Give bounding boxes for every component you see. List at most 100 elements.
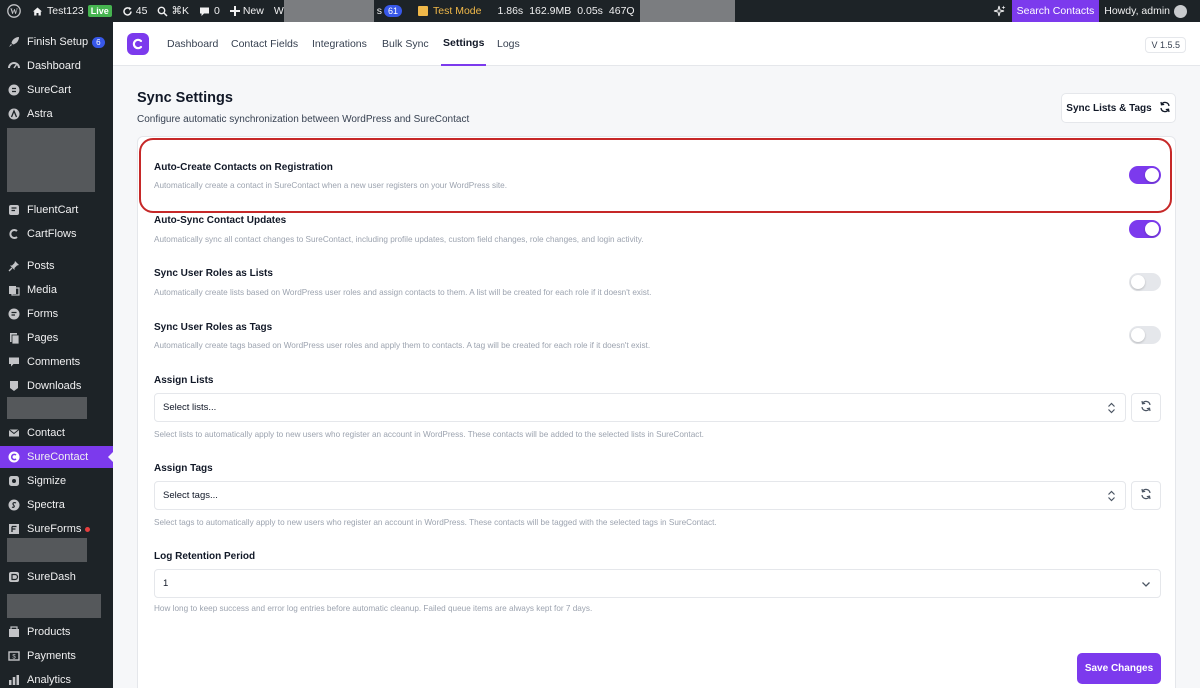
perf-queries: 467Q	[608, 5, 635, 17]
admin-bar: W Test123 Live 45 ⌘K 0 New W s 61 Test M…	[0, 0, 1200, 22]
auto-sync-title: Auto-Sync Contact Updates	[154, 215, 287, 226]
site-name-menu[interactable]: Test123 Live	[27, 0, 117, 22]
sidebar-item-contact[interactable]: Contact	[0, 422, 113, 444]
products-icon	[7, 626, 20, 639]
home-icon	[32, 6, 43, 17]
sidebar-item-label: Forms	[27, 308, 59, 320]
search-contacts-button[interactable]: Search Contacts	[1011, 0, 1100, 22]
notifications-menu[interactable]: s 61	[374, 0, 407, 22]
auto-sync-toggle[interactable]	[1129, 220, 1161, 238]
cartflows-icon	[7, 228, 20, 241]
media-icon	[7, 284, 20, 297]
sidebar-item-comments[interactable]: Comments	[0, 351, 113, 373]
roles-tags-toggle[interactable]	[1129, 326, 1161, 344]
sidebar-item-label: Pages	[27, 332, 59, 344]
updates-menu[interactable]: 45	[117, 0, 153, 22]
sidebar-item-posts[interactable]: Posts	[0, 255, 113, 277]
sidebar-item-downloads[interactable]: Downloads	[0, 375, 113, 397]
sidebar-item-products[interactable]: Products	[0, 621, 113, 643]
sidebar-item-finish-setup[interactable]: Finish Setup 6	[0, 31, 113, 53]
sidebar-item-surecontact[interactable]: SureContact	[0, 446, 113, 468]
howdy-label: Howdy, admin	[1104, 5, 1170, 17]
sidebar-item-label: Astra	[27, 108, 53, 120]
notification-dot	[85, 526, 91, 532]
sidebar-item-media[interactable]: Media	[0, 279, 113, 301]
tab-integrations[interactable]: Integrations	[312, 22, 367, 66]
sidebar-item-label: Products	[27, 626, 71, 638]
sidebar-item-pages[interactable]: Pages	[0, 327, 113, 349]
assign-lists-select[interactable]: Select lists...	[154, 393, 1126, 422]
sidebar-item-spectra[interactable]: Spectra	[0, 494, 113, 516]
sidebar-item-surecart[interactable]: SureCart	[0, 79, 113, 101]
assign-lists-placeholder: Select lists...	[163, 402, 217, 413]
tab-bulk-sync[interactable]: Bulk Sync	[382, 22, 429, 66]
sidebar-item-label: SureCart	[27, 84, 72, 96]
sidebar-item-label: SureContact	[27, 451, 89, 463]
sidebar-item-payments[interactable]: $ Payments	[0, 645, 113, 667]
toggle-knob	[1145, 222, 1159, 236]
svg-text:W: W	[10, 7, 18, 16]
redacted-area	[7, 397, 87, 419]
perf-query-time: 0.05s	[577, 5, 603, 17]
sidebar-item-fluentcart[interactable]: FluentCart	[0, 199, 113, 221]
pages-icon	[7, 332, 20, 345]
sidebar-item-label: Dashboard	[27, 60, 81, 72]
sidebar-item-astra[interactable]: Astra	[0, 103, 113, 125]
tab-dashboard[interactable]: Dashboard	[167, 22, 218, 66]
assign-tags-select[interactable]: Select tags...	[154, 481, 1126, 510]
command-palette[interactable]: ⌘K	[152, 0, 194, 22]
tab-contact-fields[interactable]: Contact Fields	[231, 22, 298, 66]
log-retention-select[interactable]: 1	[154, 569, 1161, 598]
perf-memory: 162.9MB	[529, 5, 572, 17]
wordpress-logo-icon[interactable]: W	[0, 0, 27, 22]
redacted-area	[7, 538, 87, 562]
partial-menu-w[interactable]: W	[269, 0, 284, 22]
query-monitor-menu[interactable]: 1.86s 162.9MB 0.05s 467Q	[493, 0, 640, 22]
tab-settings[interactable]: Settings	[441, 22, 487, 66]
sidebar-item-label: Finish Setup	[27, 36, 89, 48]
chevron-up-down-icon	[1107, 402, 1116, 417]
sidebar-item-label: Comments	[27, 356, 81, 368]
my-account-menu[interactable]: Howdy, admin	[1099, 0, 1200, 22]
refresh-icon	[1140, 399, 1152, 417]
plus-icon	[229, 6, 240, 16]
test-mode-indicator[interactable]: Test Mode	[413, 0, 486, 22]
sidebar-item-cartflows[interactable]: CartFlows	[0, 223, 113, 245]
surecontact-logo-icon[interactable]	[127, 33, 149, 55]
ai-sparkle-icon[interactable]	[987, 0, 1012, 22]
pin-icon	[7, 260, 20, 273]
new-label: New	[242, 5, 264, 17]
roles-tags-desc: Automatically create tags based on WordP…	[154, 341, 651, 350]
sidebar-item-label: Media	[27, 284, 57, 296]
sidebar-item-sureforms[interactable]: SureForms	[0, 518, 113, 540]
save-changes-button[interactable]: Save Changes	[1077, 653, 1161, 684]
avatar	[1174, 4, 1187, 18]
roles-lists-desc: Automatically create lists based on Word…	[154, 288, 652, 297]
sidebar-item-label: Posts	[27, 260, 55, 272]
comment-icon	[199, 6, 210, 17]
roles-lists-toggle[interactable]	[1129, 273, 1161, 291]
sidebar-item-label: FluentCart	[27, 204, 79, 216]
comments-menu[interactable]: 0	[194, 0, 225, 22]
sidebar-item-suredash[interactable]: SureDash	[0, 566, 113, 588]
chevron-down-icon	[1141, 579, 1151, 592]
refresh-tags-button[interactable]	[1131, 481, 1161, 510]
refresh-lists-button[interactable]	[1131, 393, 1161, 422]
admin-sidebar: Finish Setup 6 Dashboard SureCart Astra …	[0, 22, 113, 688]
analytics-icon	[7, 674, 20, 687]
mail-icon	[7, 427, 20, 440]
sidebar-item-analytics[interactable]: Analytics	[0, 669, 113, 688]
assign-tags-label: Assign Tags	[154, 463, 213, 474]
site-name: Test123	[47, 5, 84, 17]
sidebar-item-dashboard[interactable]: Dashboard	[0, 55, 113, 77]
tab-logs[interactable]: Logs	[497, 22, 520, 66]
new-content-menu[interactable]: New	[225, 0, 269, 22]
sidebar-item-forms[interactable]: Forms	[0, 303, 113, 325]
sureforms-icon	[7, 523, 20, 536]
sidebar-item-label: Downloads	[27, 380, 82, 392]
sidebar-item-sigmize[interactable]: Sigmize	[0, 470, 113, 492]
assign-lists-label: Assign Lists	[154, 375, 214, 386]
sigmize-icon	[7, 475, 20, 488]
sync-lists-tags-button[interactable]: Sync Lists & Tags	[1061, 93, 1176, 123]
log-retention-label: Log Retention Period	[154, 551, 256, 562]
